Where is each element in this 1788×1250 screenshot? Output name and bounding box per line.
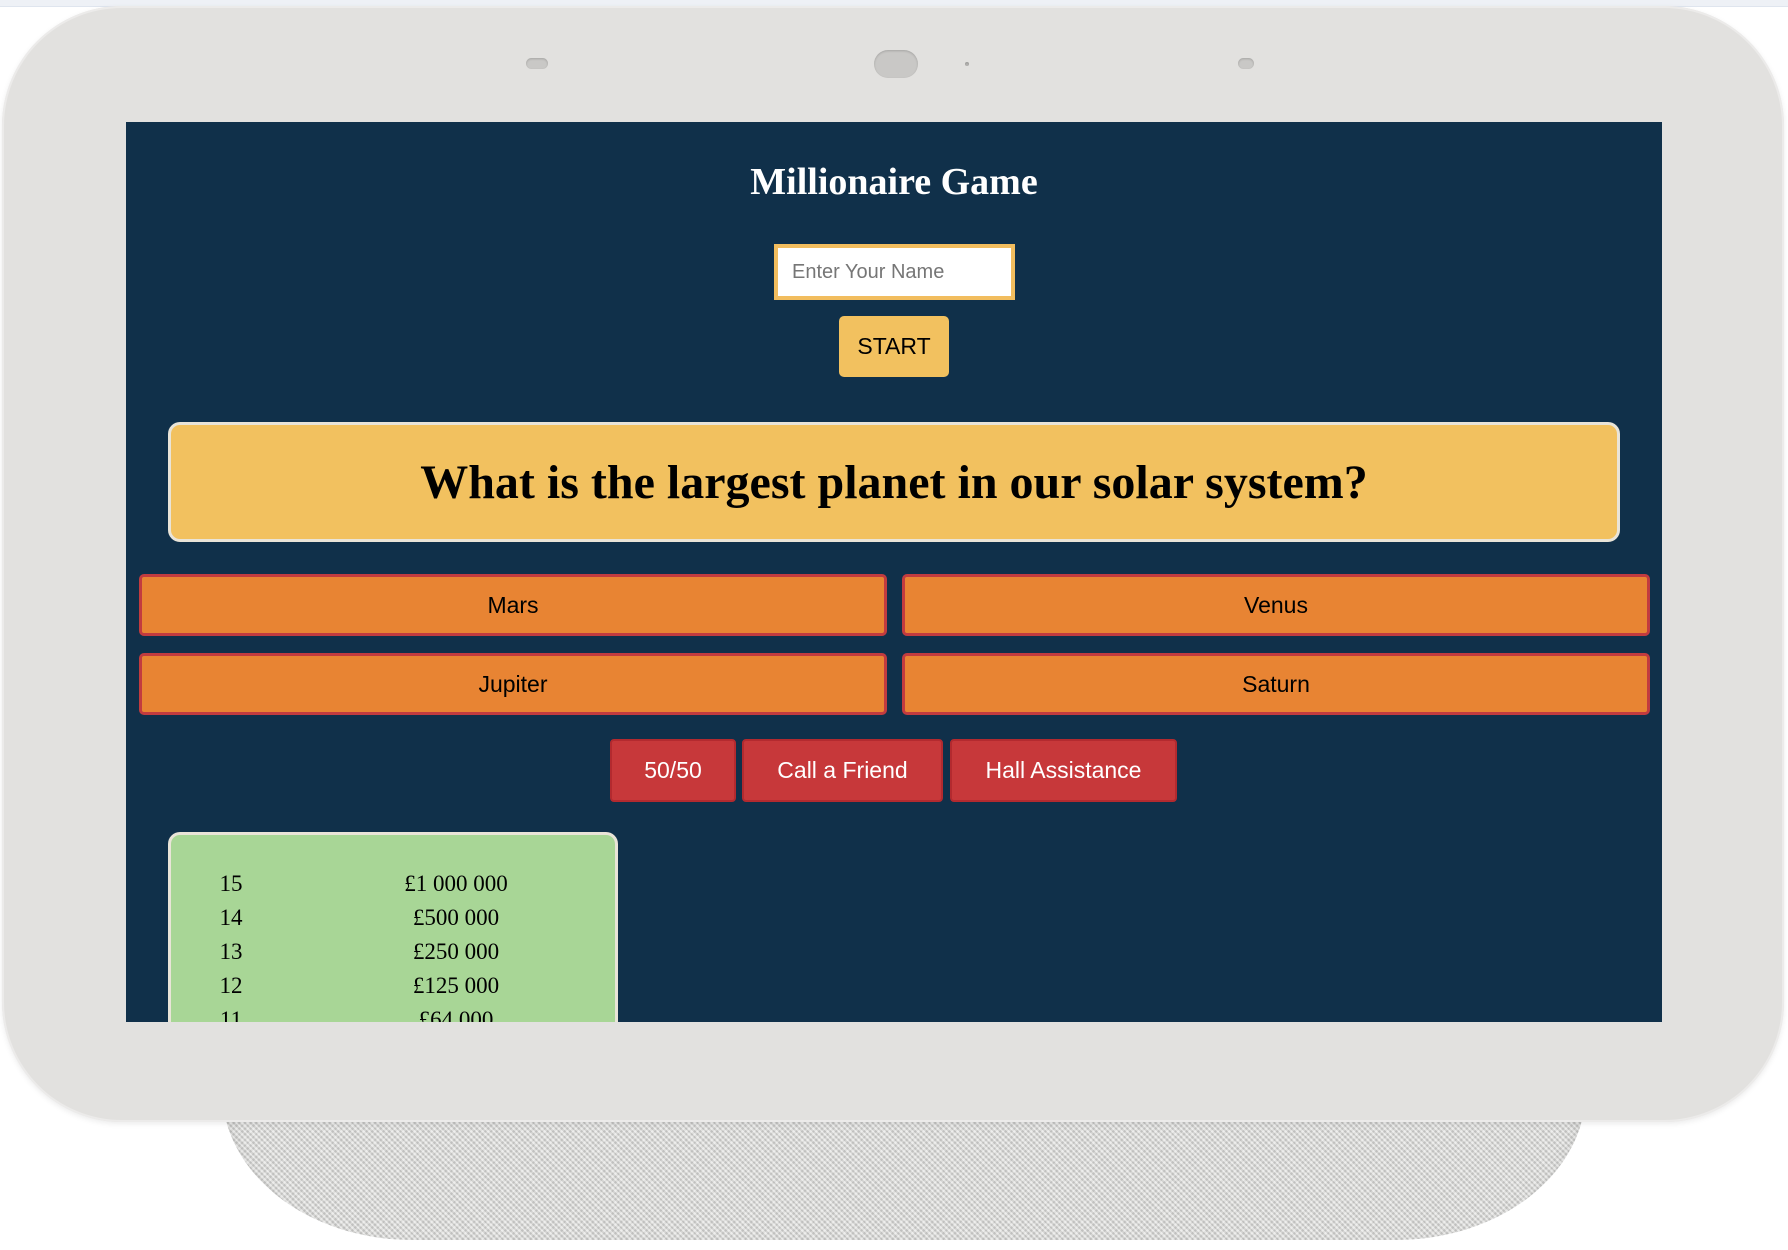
prize-level: 14 (219, 905, 243, 930)
prize-amount: £250 000 (412, 939, 500, 964)
prize-row: 13 £250 000 (171, 935, 615, 969)
prize-level: 13 (219, 939, 243, 964)
question-text: What is the largest planet in our solar … (420, 455, 1368, 509)
hall-assistance-button[interactable]: Hall Assistance (950, 739, 1177, 802)
smart-display-frame: Millionaire Game START What is the large… (2, 6, 1784, 1122)
answer-button-d[interactable]: Saturn (902, 653, 1650, 715)
prize-row: 11 £64 000 (171, 1003, 615, 1022)
game-screen: Millionaire Game START What is the large… (126, 122, 1662, 1022)
answer-button-b[interactable]: Venus (902, 574, 1650, 636)
prize-ladder: 15 £1 000 000 14 £500 000 13 £250 000 12… (168, 832, 618, 1022)
indicator-dot-icon (965, 62, 969, 66)
microphone-icon (1238, 58, 1254, 69)
light-sensor-icon (526, 58, 548, 69)
prize-row: 15 £1 000 000 (171, 867, 615, 901)
prize-row: 14 £500 000 (171, 901, 615, 935)
camera-icon (874, 50, 918, 78)
prize-amount: £1 000 000 (404, 871, 508, 896)
prize-row: 12 £125 000 (171, 969, 615, 1003)
player-name-input[interactable] (774, 244, 1015, 300)
prize-amount: £125 000 (412, 973, 500, 998)
answer-button-a[interactable]: Mars (139, 574, 887, 636)
prize-amount: £500 000 (412, 905, 500, 930)
prize-level: 11 (219, 1007, 243, 1022)
page-title: Millionaire Game (750, 161, 1038, 203)
prize-level: 15 (219, 871, 243, 896)
fifty-fifty-button[interactable]: 50/50 (610, 739, 736, 802)
call-a-friend-button[interactable]: Call a Friend (742, 739, 943, 802)
question-panel: What is the largest planet in our solar … (168, 422, 1620, 542)
answer-button-c[interactable]: Jupiter (139, 653, 887, 715)
prize-amount: £64 000 (418, 1007, 494, 1022)
start-button[interactable]: START (839, 316, 949, 377)
prize-level: 12 (219, 973, 243, 998)
